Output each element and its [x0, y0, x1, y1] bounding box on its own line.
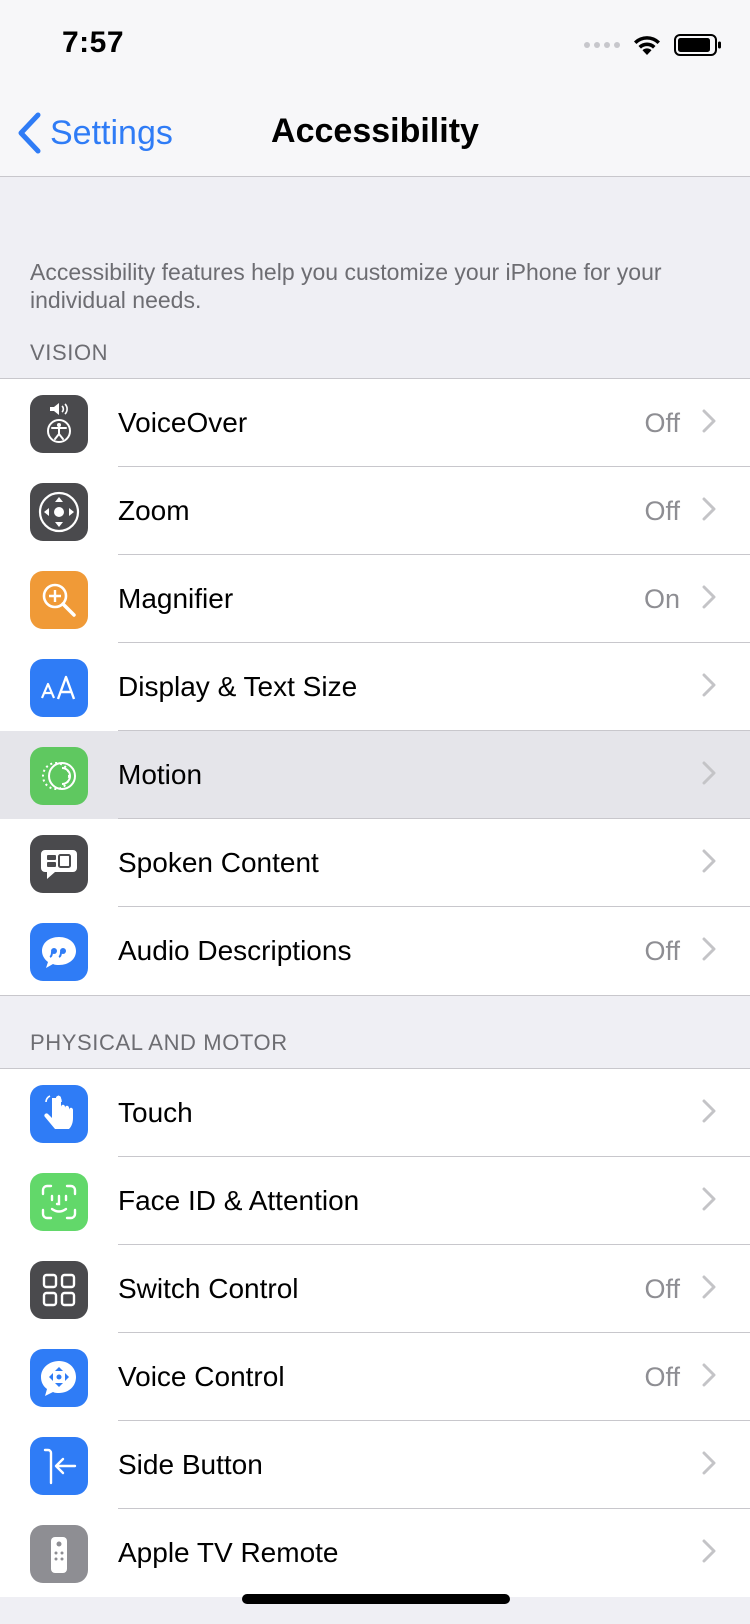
- face-id-icon: [30, 1173, 88, 1231]
- row-touch[interactable]: Touch: [0, 1069, 750, 1157]
- row-value: Off: [644, 495, 680, 526]
- row-spoken-content[interactable]: Spoken Content: [0, 819, 750, 907]
- vision-group: VoiceOver Off Zoom Off Magnifier On Disp…: [0, 378, 750, 996]
- chevron-right-icon: [702, 1275, 716, 1299]
- section-header-vision: VISION: [30, 340, 109, 365]
- chevron-right-icon: [702, 1363, 716, 1387]
- voiceover-icon: [30, 395, 88, 453]
- row-label: Motion: [118, 759, 203, 790]
- chevron-right-icon: [702, 1539, 716, 1563]
- row-label: Side Button: [118, 1449, 263, 1480]
- side-button-icon: [30, 1437, 88, 1495]
- switch-control-icon: [30, 1261, 88, 1319]
- audio-descriptions-icon: [30, 923, 88, 981]
- row-magnifier[interactable]: Magnifier On: [0, 555, 750, 643]
- navigation-bar: Settings Accessibility: [0, 88, 750, 177]
- chevron-right-icon: [702, 1187, 716, 1211]
- section-header-physical-motor: PHYSICAL AND MOTOR: [30, 1030, 288, 1055]
- row-face-id-attention[interactable]: Face ID & Attention: [0, 1157, 750, 1245]
- row-label: Switch Control: [118, 1273, 299, 1304]
- home-indicator[interactable]: [242, 1594, 510, 1604]
- touch-icon: [30, 1085, 88, 1143]
- motion-icon: [30, 747, 88, 805]
- row-label: Touch: [118, 1097, 193, 1128]
- row-value: Off: [644, 1361, 680, 1392]
- row-side-button[interactable]: Side Button: [0, 1421, 750, 1509]
- row-voiceover[interactable]: VoiceOver Off: [0, 379, 750, 467]
- physical-motor-group: Touch Face ID & Attention Switch Control…: [0, 1068, 750, 1597]
- zoom-icon: [30, 483, 88, 541]
- intro-text: Accessibility features help you customiz…: [30, 259, 662, 313]
- row-value: Off: [644, 935, 680, 966]
- voice-control-icon: [30, 1349, 88, 1407]
- row-value: Off: [644, 1273, 680, 1304]
- row-label: Display & Text Size: [118, 671, 358, 702]
- row-label: VoiceOver: [118, 407, 248, 438]
- apple-tv-remote-icon: [30, 1525, 88, 1583]
- row-label: Face ID & Attention: [118, 1185, 360, 1216]
- status-indicators: [584, 30, 722, 60]
- row-audio-descriptions[interactable]: Audio Descriptions Off: [0, 907, 750, 995]
- chevron-right-icon: [702, 585, 716, 609]
- chevron-right-icon: [702, 497, 716, 521]
- chevron-right-icon: [702, 937, 716, 961]
- chevron-right-icon: [702, 1099, 716, 1123]
- spoken-content-icon: [30, 835, 88, 893]
- row-voice-control[interactable]: Voice Control Off: [0, 1333, 750, 1421]
- row-switch-control[interactable]: Switch Control Off: [0, 1245, 750, 1333]
- wifi-icon: [634, 36, 660, 55]
- battery-icon: [674, 34, 721, 56]
- row-label: Voice Control: [118, 1361, 285, 1392]
- row-label: Zoom: [118, 495, 190, 526]
- chevron-right-icon: [702, 1451, 716, 1475]
- status-time: 7:57: [62, 26, 125, 59]
- cellular-signal-icon: [584, 42, 620, 48]
- chevron-right-icon: [702, 849, 716, 873]
- row-label: Spoken Content: [118, 847, 319, 878]
- page-title: Accessibility: [271, 112, 479, 150]
- row-zoom[interactable]: Zoom Off: [0, 467, 750, 555]
- status-bar: 7:57: [0, 0, 750, 88]
- row-value: On: [643, 583, 680, 614]
- magnifier-icon: [30, 571, 88, 629]
- row-label: Apple TV Remote: [118, 1537, 339, 1568]
- display-text-size-icon: [30, 659, 88, 717]
- row-value: Off: [644, 407, 680, 438]
- row-display-text-size[interactable]: Display & Text Size: [0, 643, 750, 731]
- row-label: Magnifier: [118, 583, 234, 614]
- row-apple-tv-remote[interactable]: Apple TV Remote: [0, 1509, 750, 1597]
- row-motion[interactable]: Motion: [0, 731, 750, 819]
- chevron-right-icon: [702, 761, 716, 785]
- row-label: Audio Descriptions: [118, 935, 352, 966]
- chevron-right-icon: [702, 409, 716, 433]
- chevron-right-icon: [702, 673, 716, 697]
